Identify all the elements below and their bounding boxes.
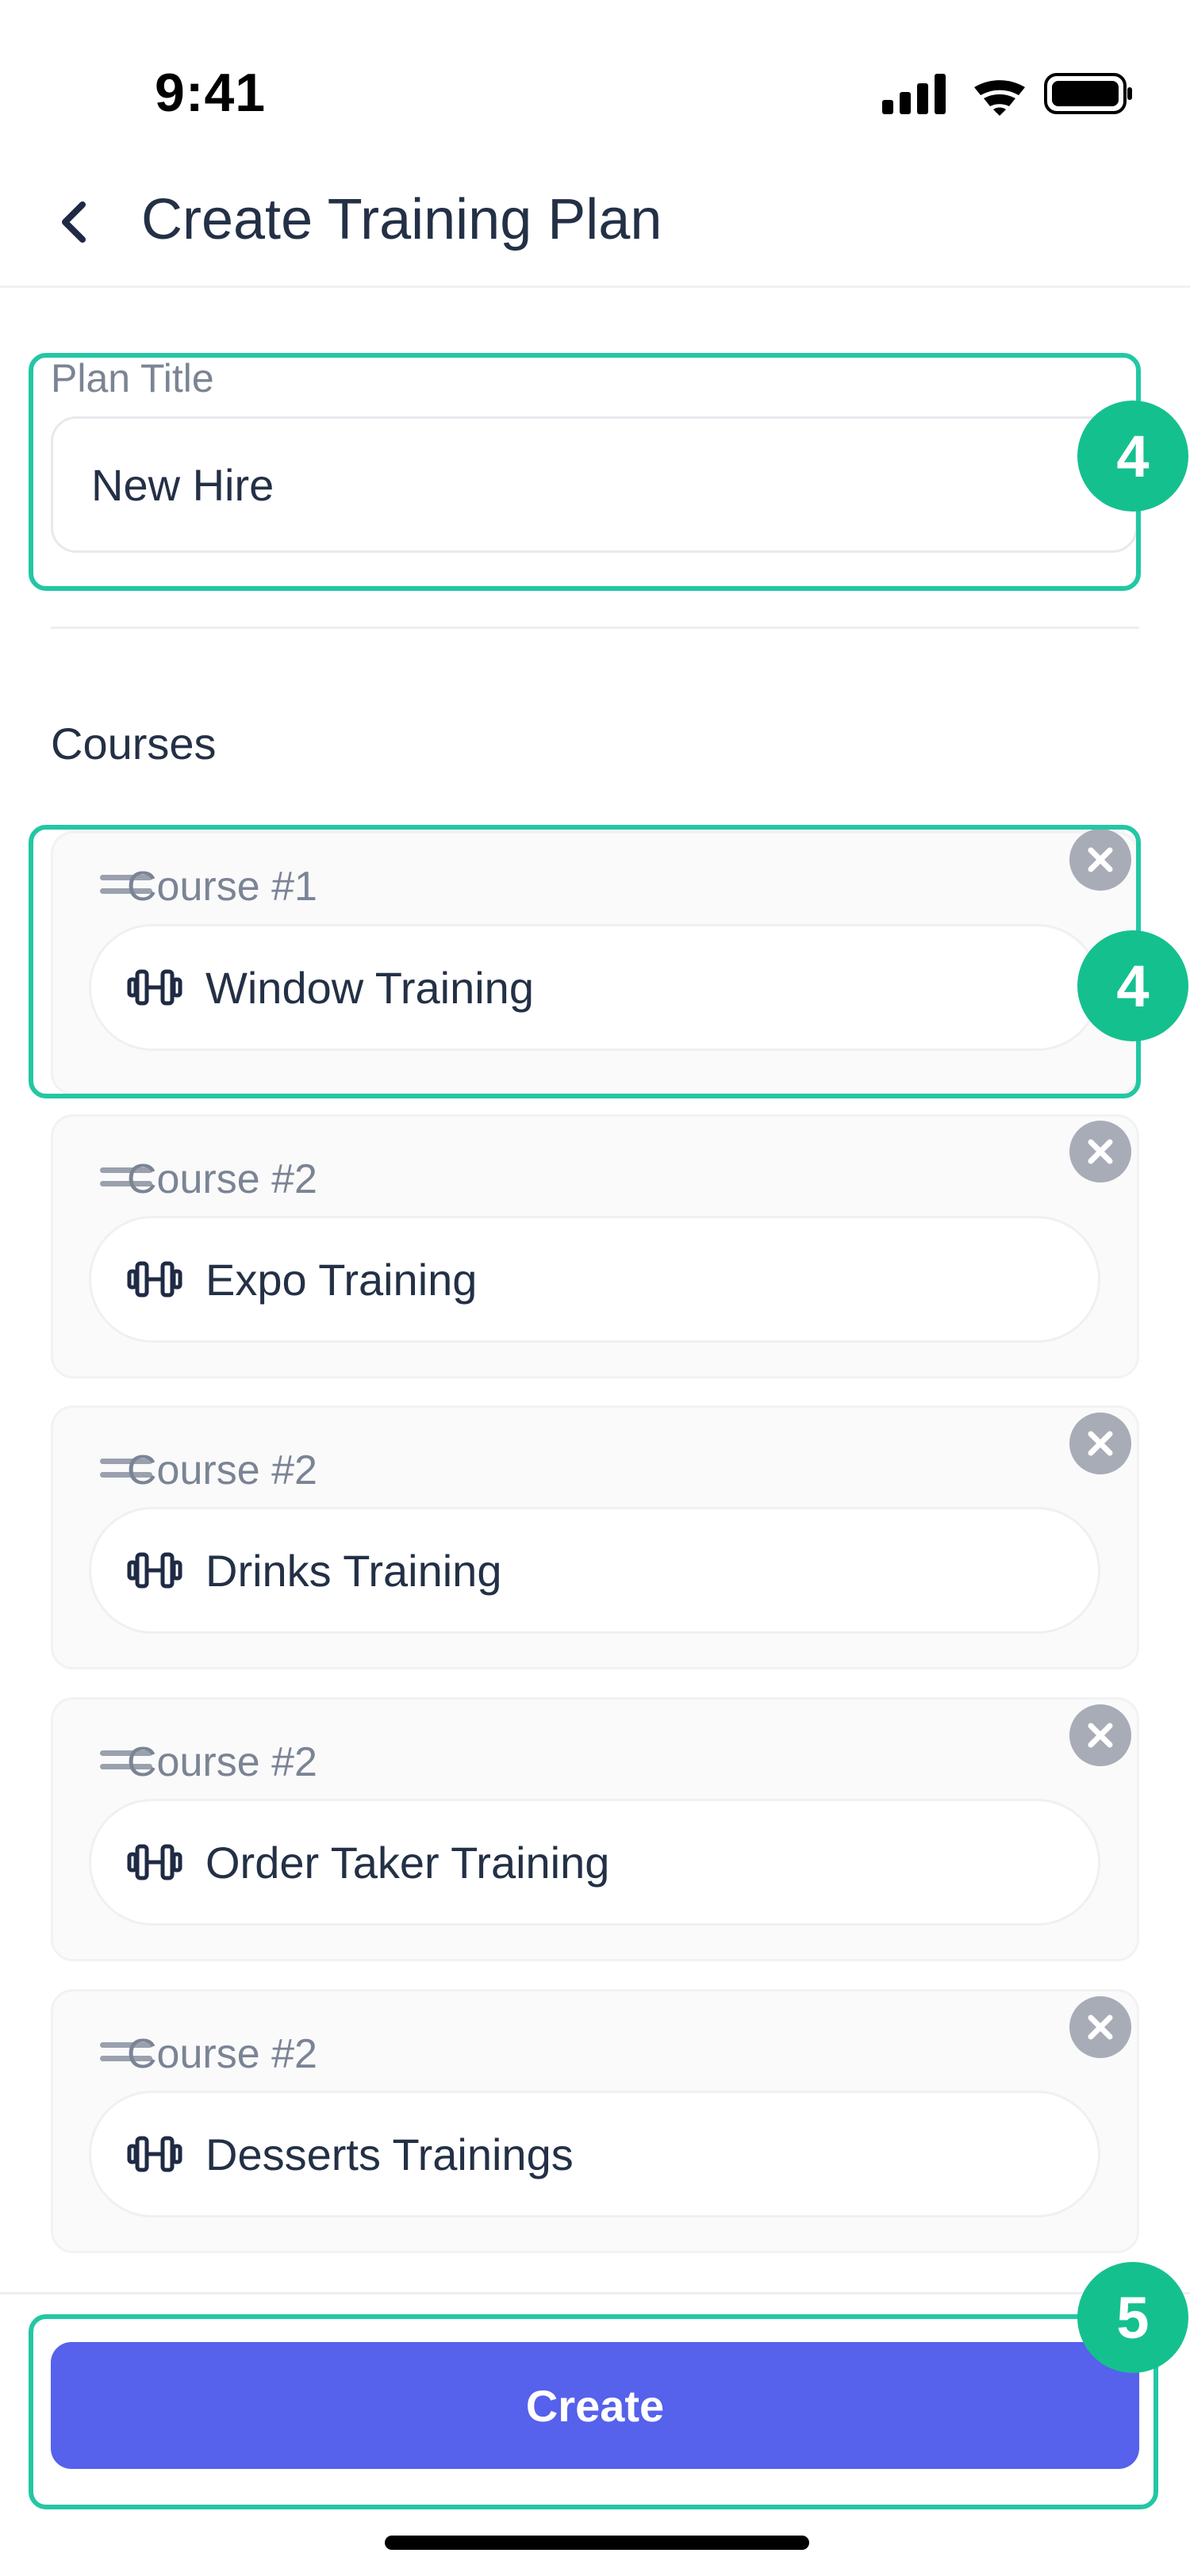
create-highlight <box>29 2314 1158 2509</box>
remove-course-button[interactable] <box>1069 1121 1131 1183</box>
course-select[interactable]: Drinks Training <box>89 1507 1100 1634</box>
dumbbell-icon <box>127 2136 182 2172</box>
course-name: Desserts Trainings <box>205 2129 574 2179</box>
footer-divider <box>0 2292 1190 2294</box>
course-name: Order Taker Training <box>205 1837 610 1888</box>
home-indicator <box>385 2536 809 2550</box>
course-select[interactable]: Order Taker Training <box>89 1799 1100 1926</box>
course-name: Drinks Training <box>205 1545 502 1596</box>
course-select[interactable]: Desserts Trainings <box>89 2091 1100 2218</box>
status-icons <box>881 70 1134 117</box>
dumbbell-icon <box>127 1844 182 1880</box>
dumbbell-icon <box>127 1552 182 1589</box>
course-name: Expo Training <box>205 1254 478 1305</box>
remove-course-button[interactable] <box>1069 1704 1131 1766</box>
back-button[interactable] <box>49 190 97 254</box>
course-highlight <box>29 825 1141 1098</box>
course-number-label: Course #2 <box>127 1739 317 1785</box>
page-title: Create Training Plan <box>141 188 662 251</box>
annotation-badge: 4 <box>1077 930 1188 1041</box>
remove-icon <box>1088 1723 1113 1748</box>
course-number-label: Course #2 <box>127 1156 317 1202</box>
courses-heading: Courses <box>51 719 217 769</box>
remove-icon <box>1088 1431 1113 1456</box>
remove-course-button[interactable] <box>1069 1413 1131 1474</box>
remove-icon <box>1088 2014 1113 2040</box>
annotation-badge: 4 <box>1077 401 1188 512</box>
signal-wifi-battery-icons <box>882 73 1132 116</box>
wifi-icon <box>974 80 1025 116</box>
course-number-label: Course #2 <box>127 2031 317 2077</box>
course-select[interactable]: Expo Training <box>89 1216 1100 1343</box>
signal-icon <box>882 74 946 114</box>
status-time: 9:41 <box>155 63 267 123</box>
plan-title-highlight <box>29 353 1141 591</box>
dumbbell-icon <box>127 1261 182 1298</box>
annotation-badge: 5 <box>1077 2262 1188 2373</box>
course-number-label: Course #2 <box>127 1447 317 1493</box>
battery-icon <box>1044 73 1132 114</box>
section-divider <box>51 627 1139 629</box>
remove-icon <box>1088 1139 1113 1164</box>
remove-course-button[interactable] <box>1069 1996 1131 2058</box>
back-chevron-icon <box>62 201 86 243</box>
